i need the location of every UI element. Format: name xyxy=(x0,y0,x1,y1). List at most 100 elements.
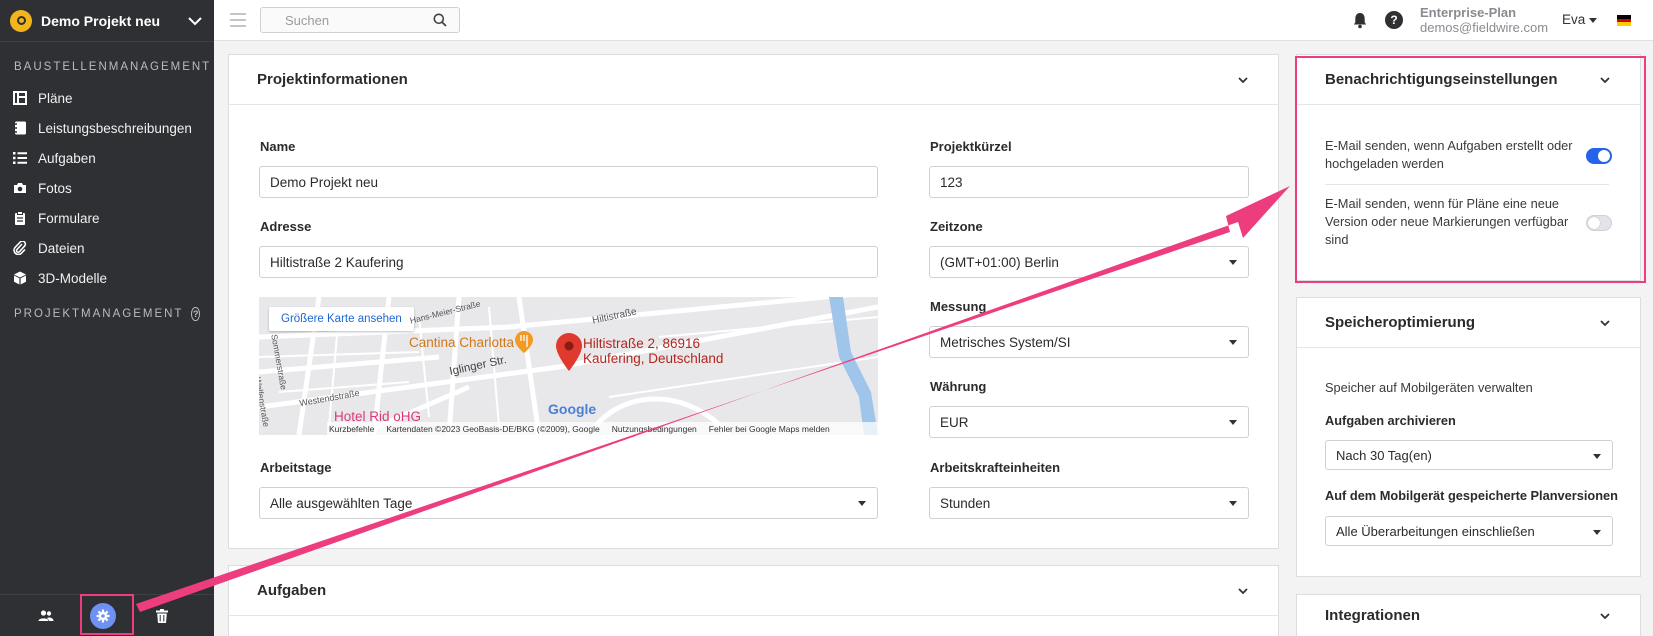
archive-select[interactable]: Nach 30 Tag(en) xyxy=(1325,440,1613,470)
chevron-down-icon[interactable] xyxy=(186,12,204,30)
caret-down-icon xyxy=(1229,340,1237,345)
workdays-label: Arbeitstage xyxy=(260,460,332,475)
sidebar-item-plans[interactable]: Pläne xyxy=(0,83,214,113)
plans-icon xyxy=(13,91,27,105)
sidebar-item-tasks[interactable]: Aufgaben xyxy=(0,143,214,173)
chevron-down-icon[interactable] xyxy=(1598,316,1612,330)
map-pin-line-1: Hiltistraße 2, 86916 xyxy=(583,336,701,351)
caret-down-icon xyxy=(1593,530,1601,535)
camera-icon xyxy=(14,183,26,193)
labor-units-label: Arbeitskrafteinheiten xyxy=(930,460,1061,475)
user-menu[interactable]: Eva xyxy=(1562,12,1598,27)
sidebar: Demo Projekt neu BAUSTELLENMANAGEMENT Pl… xyxy=(0,0,214,636)
project-info-header[interactable]: Projektinformationen xyxy=(229,55,1278,105)
short-name-input[interactable]: 123 xyxy=(929,166,1249,198)
section-heading-project: PROJEKTMANAGEMENT ? xyxy=(0,307,214,321)
google-logo: Google xyxy=(548,401,597,417)
measurement-value: Metrisches System/SI xyxy=(940,334,1071,350)
labor-units-value: Stunden xyxy=(940,495,991,511)
workdays-select[interactable]: Alle ausgewählten Tage xyxy=(259,487,878,519)
paperclip-icon xyxy=(13,241,27,255)
measurement-select[interactable]: Metrisches System/SI xyxy=(929,326,1249,358)
sidebar-item-label: Fotos xyxy=(38,180,72,196)
map-footer: Kurzbefehle Kartendaten ©2023 GeoBasis-D… xyxy=(327,422,878,435)
location-map[interactable]: Größere Karte ansehen Cantina Charlotta … xyxy=(259,297,878,435)
caret-down-icon xyxy=(1593,454,1601,459)
address-label: Adresse xyxy=(260,219,312,234)
map-report-link[interactable]: Fehler bei Google Maps melden xyxy=(709,424,830,434)
bell-icon[interactable] xyxy=(1351,11,1369,29)
timezone-label: Zeitzone xyxy=(930,219,983,234)
help-icon[interactable]: ? xyxy=(191,307,200,321)
sidebar-item-label: Formulare xyxy=(38,210,100,226)
caret-down-icon xyxy=(858,501,866,506)
sidebar-item-files[interactable]: Dateien xyxy=(0,233,214,263)
currency-value: EUR xyxy=(940,414,969,430)
sidebar-item-label: Leistungsbeschreibungen xyxy=(38,120,192,136)
trash-icon xyxy=(156,609,168,623)
settings-highlight xyxy=(80,594,134,635)
sidebar-item-specifications[interactable]: Leistungsbeschreibungen xyxy=(0,113,214,143)
labor-units-select[interactable]: Stunden xyxy=(929,487,1249,519)
address-input[interactable]: Hiltistraße 2 Kaufering xyxy=(259,246,878,278)
map-pin-label: Hiltistraße 2, 86916 Kaufering, Deutschla… xyxy=(583,336,723,366)
sidebar-item-label: Dateien xyxy=(38,240,85,256)
sidebar-item-forms[interactable]: Formulare xyxy=(0,203,214,233)
menu-icon[interactable] xyxy=(230,13,246,27)
tasks-card: Aufgaben xyxy=(228,565,1279,636)
tasks-header[interactable]: Aufgaben xyxy=(229,566,1278,616)
restaurant-marker-icon xyxy=(515,331,533,353)
project-info-card: Projektinformationen Name Demo Projekt n… xyxy=(228,54,1279,549)
users-icon xyxy=(38,610,54,621)
sidebar-item-label: Pläne xyxy=(38,90,73,106)
storage-subtitle: Speicher auf Mobilgeräten verwalten xyxy=(1325,380,1533,395)
sidebar-item-label: Aufgaben xyxy=(38,150,96,166)
currency-select[interactable]: EUR xyxy=(929,406,1249,438)
short-name-label: Projektkürzel xyxy=(930,139,1012,154)
address-value: Hiltistraße 2 Kaufering xyxy=(270,254,404,270)
card-title: Projektinformationen xyxy=(257,71,408,88)
bigger-map-link[interactable]: Größere Karte ansehen xyxy=(269,307,414,331)
project-name: Demo Projekt neu xyxy=(41,12,161,29)
german-flag-icon[interactable] xyxy=(1617,15,1631,26)
topbar: ? Enterprise-Plan demos@fieldwire.com Ev… xyxy=(214,0,1653,41)
archive-value: Nach 30 Tag(en) xyxy=(1336,447,1432,463)
caret-down-icon xyxy=(1229,501,1237,506)
integrations-header[interactable]: Integrationen xyxy=(1297,595,1640,636)
chevron-down-icon[interactable] xyxy=(1598,609,1612,623)
sidebar-item-photos[interactable]: Fotos xyxy=(0,173,214,203)
name-input[interactable]: Demo Projekt neu xyxy=(259,166,878,198)
map-shortcuts-link[interactable]: Kurzbefehle xyxy=(329,424,374,434)
trash-button[interactable] xyxy=(148,595,176,636)
card-title: Speicheroptimierung xyxy=(1325,314,1476,331)
chevron-down-icon[interactable] xyxy=(1236,584,1250,598)
map-pin-line-2: Kaufering, Deutschland xyxy=(583,351,724,366)
archive-label: Aufgaben archivieren xyxy=(1325,413,1456,428)
notification-highlight xyxy=(1295,56,1646,283)
chevron-down-icon[interactable] xyxy=(1236,73,1250,87)
search-input[interactable] xyxy=(261,8,421,32)
storage-header[interactable]: Speicheroptimierung xyxy=(1297,298,1640,348)
location-pin-icon xyxy=(556,333,582,371)
clipboard-icon xyxy=(15,211,25,225)
timezone-select[interactable]: (GMT+01:00) Berlin xyxy=(929,246,1249,278)
fieldwire-logo-icon xyxy=(10,9,32,32)
name-value: Demo Projekt neu xyxy=(270,174,379,190)
plan-versions-select[interactable]: Alle Überarbeitungen einschließen xyxy=(1325,516,1613,546)
people-button[interactable] xyxy=(32,595,60,636)
project-switcher[interactable]: Demo Projekt neu xyxy=(0,0,214,42)
caret-down-icon xyxy=(1229,420,1237,425)
help-icon[interactable]: ? xyxy=(1385,11,1403,29)
notebook-icon xyxy=(13,121,26,135)
caret-down-icon xyxy=(1589,17,1598,23)
plan-versions-label: Auf dem Mobilgerät gespeicherte Planvers… xyxy=(1325,488,1618,503)
sidebar-item-3d-models[interactable]: 3D-Modelle xyxy=(0,263,214,293)
short-name-value: 123 xyxy=(940,174,963,190)
card-title: Aufgaben xyxy=(257,582,327,599)
plan-info: Enterprise-Plan demos@fieldwire.com xyxy=(1420,5,1548,35)
search-icon[interactable] xyxy=(433,13,447,27)
map-terms-link[interactable]: Nutzungsbedingungen xyxy=(612,424,697,434)
map-place-cantina: Cantina Charlotta xyxy=(409,335,515,350)
name-label: Name xyxy=(260,139,296,154)
workdays-value: Alle ausgewählten Tage xyxy=(270,495,413,511)
